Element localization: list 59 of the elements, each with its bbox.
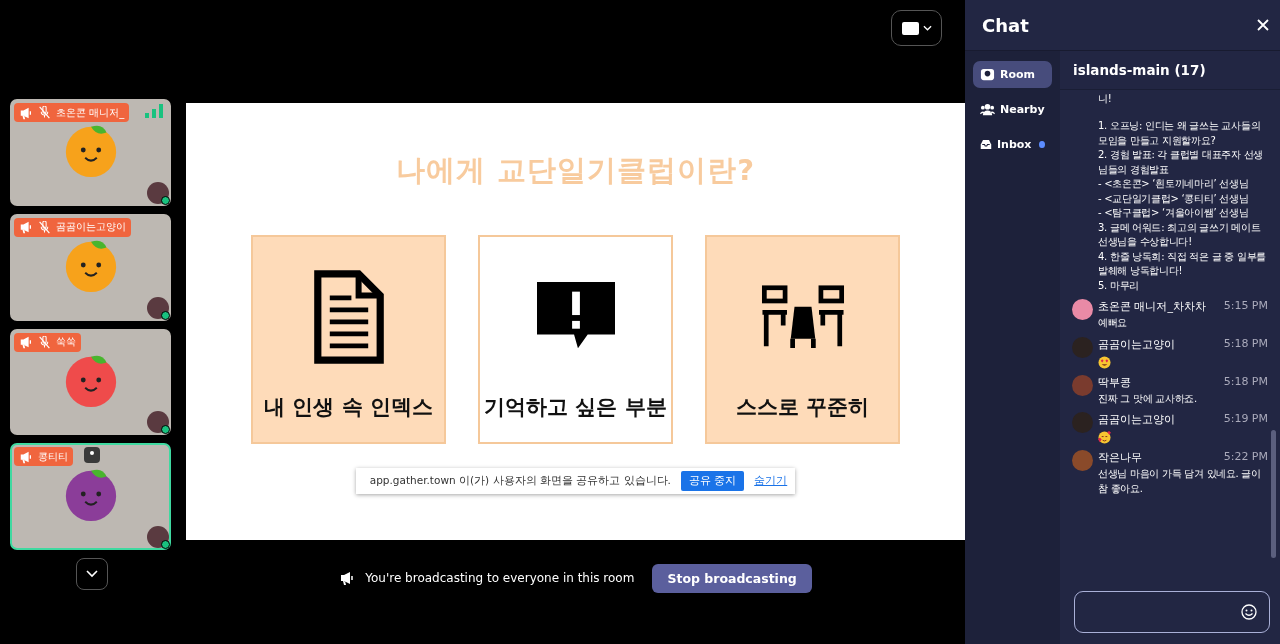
chevron-icon — [922, 25, 932, 31]
megaphone-icon — [19, 449, 33, 464]
message-time: 5:19 PM — [1223, 412, 1268, 427]
broadcast-status-text: You're broadcasting to everyone in this room — [365, 571, 635, 585]
message-text: 니! — [1098, 92, 1113, 106]
chat-tab-label: Inbox — [996, 138, 1032, 151]
chat-tab[interactable]: Nearby — [973, 96, 1052, 123]
participant-name: 곰곰이는고양이 — [56, 220, 126, 235]
card-label: 스스로 꾸준히 — [735, 394, 870, 421]
chat-tab[interactable]: Inbox — [973, 131, 1052, 158]
scrollbar[interactable] — [1271, 430, 1276, 558]
room-icon — [980, 67, 995, 82]
emoji-icon — [1098, 355, 1111, 369]
chat-tab-label: Room — [1000, 68, 1036, 81]
participant-name: 쑥쑥 — [56, 335, 76, 349]
chat-tab-label: Nearby — [1000, 103, 1045, 116]
card-label: 기억하고 싶은 부분 — [484, 394, 667, 421]
message-time: 5:22 PM — [1223, 450, 1268, 465]
channel-title: islands-main (17) — [1060, 51, 1280, 90]
message-input[interactable] — [1074, 591, 1270, 633]
author-name: 곰곰이는고양이 — [1098, 336, 1175, 352]
megaphone-icon — [19, 220, 33, 235]
chevron-icon — [86, 570, 98, 578]
message-time: 5:18 PM — [1223, 374, 1268, 390]
hide-link[interactable]: 숨기기 — [754, 474, 788, 488]
notification-text: app.gather.town 이(가) 사용자의 화면을 공유하고 있습니다. — [369, 474, 671, 488]
megaphone-icon — [19, 335, 33, 349]
message-text: 진짜 그 맛에 교사하죠. — [1098, 391, 1198, 406]
author-name: 작은나무 — [1098, 450, 1142, 465]
message-text: 1. 오프닝: 인디는 왜 글쓰는 교사들의 모임을 만들고 지원할까요? 2. 경험 발표: 각 클럽별 대표주자 선생님들의 경험발표 - <초온콘> ‘흰토끼네마리’ 선생님 - <교단일기클럽> ‘콩티티’ 선생님 - <탐구클럽> ‘겨울아이쌤’ 선생님 3. 글메 어워드: 최고의 글쓰기 메이트 선생님을 수상합니다! 4. 한줄 낭독회: 직접 적은 글 중 일부를 발췌해 낭독합니다! 5. 마무리 — [1098, 119, 1267, 293]
nearby-icon — [980, 102, 995, 117]
stop-broadcasting-button[interactable]: Stop broadcasting — [652, 563, 812, 593]
expand-button[interactable] — [76, 558, 108, 590]
online-dot — [161, 310, 170, 320]
author-name: 곰곰이는고양이 — [1098, 412, 1175, 427]
slide-title: 나에게 교단일기클럽이란? — [396, 152, 755, 189]
card-label: 내 인생 속 인덱스 — [264, 394, 433, 421]
online-dot — [161, 195, 170, 205]
inbox-icon — [980, 137, 992, 152]
online-dot — [161, 540, 170, 549]
chat-title: Chat — [982, 14, 1029, 36]
online-dot — [161, 425, 170, 435]
layout-button[interactable] — [891, 10, 942, 46]
message-text: 선생님 마음이 가득 담겨 있네요. 글이 참 좋아요. — [1098, 467, 1262, 496]
participant-name: 콩티티 — [38, 449, 68, 464]
message-text: 예뻐요 — [1098, 316, 1129, 330]
message-time: 5:18 PM — [1223, 336, 1268, 352]
stop-sharing-button[interactable]: 공유 중지 — [680, 471, 745, 491]
megaphone-icon — [19, 105, 33, 120]
megaphone-icon — [339, 570, 356, 586]
author-name: 딱부콩 — [1098, 374, 1131, 390]
emoji-icon — [1098, 431, 1111, 444]
chat-tab[interactable]: Room — [973, 61, 1052, 88]
author-name: 초온콘 매니저_차차차 — [1098, 299, 1206, 314]
participant-name: 초온콘 매니저_ — [56, 105, 125, 120]
message-time: 5:15 PM — [1223, 299, 1268, 314]
close-icon — [1257, 19, 1269, 31]
desks-icon — [759, 284, 846, 350]
emoji-icon — [1241, 604, 1257, 620]
